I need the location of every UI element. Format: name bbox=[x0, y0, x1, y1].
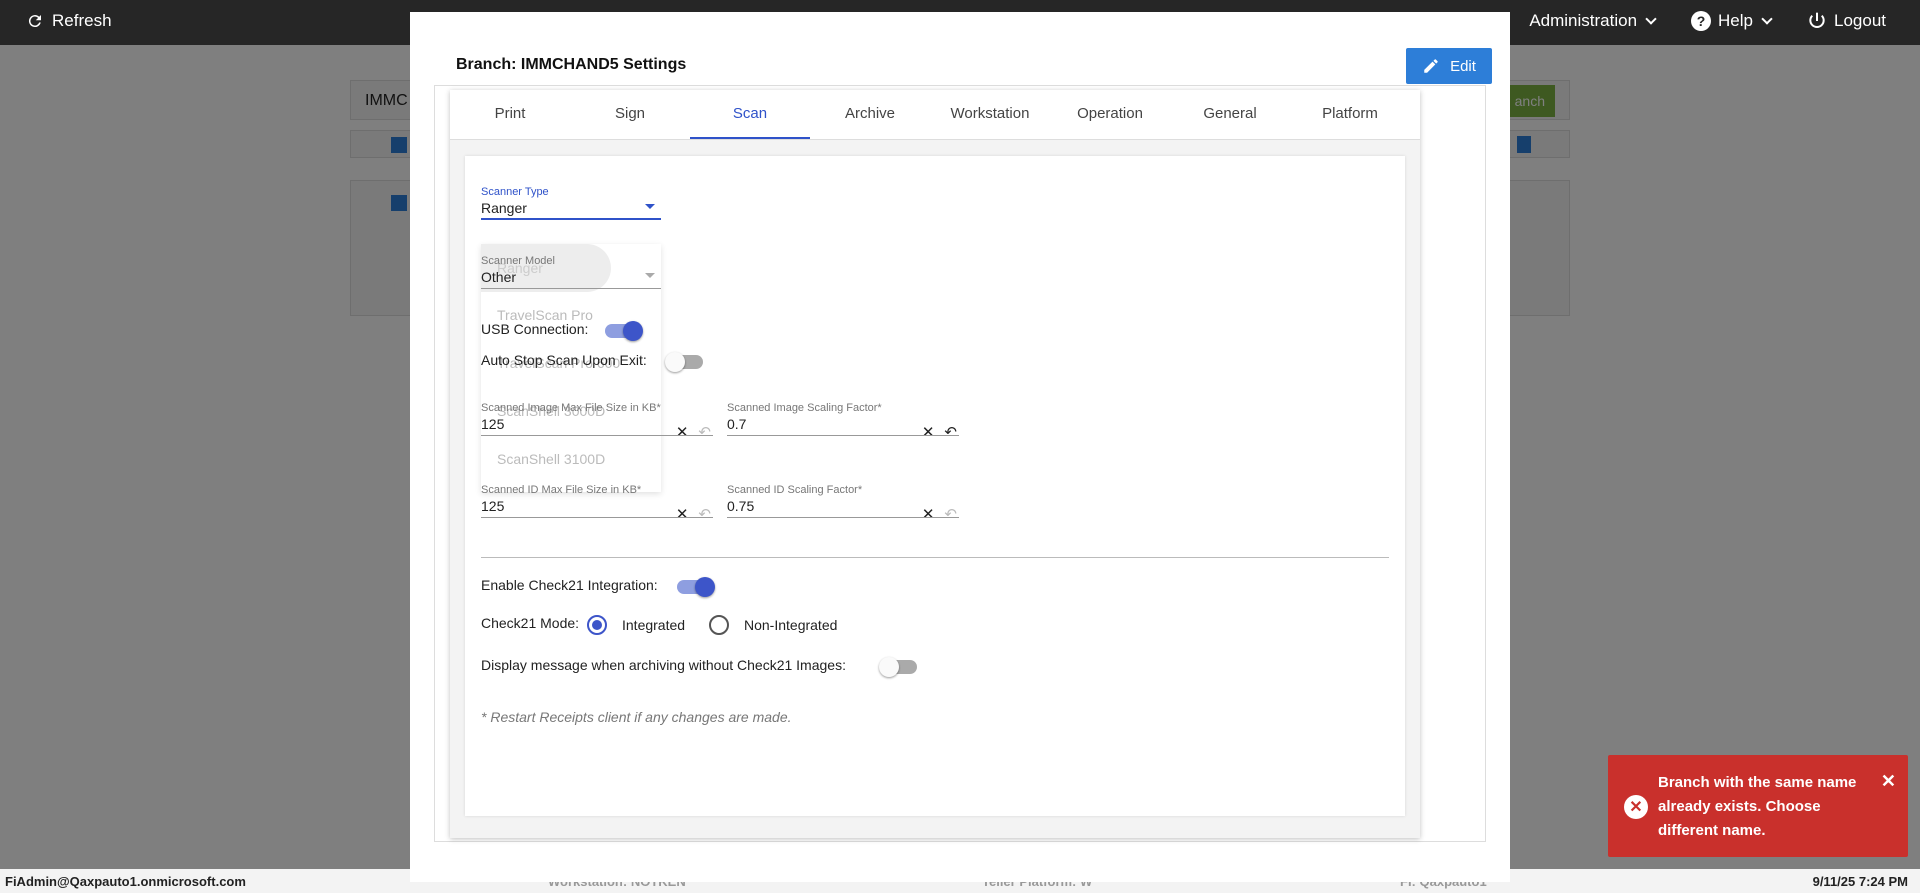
chevron-down-icon bbox=[1761, 12, 1773, 25]
id-scaling-field[interactable]: Scanned ID Scaling Factor* 0.75 ✕ ↶ bbox=[727, 484, 959, 523]
usb-connection-label: USB Connection: bbox=[481, 321, 589, 337]
scanner-model-value: Other bbox=[481, 269, 517, 285]
display-message-toggle[interactable] bbox=[879, 657, 917, 677]
id-max-size-field[interactable]: Scanned ID Max File Size in KB* 125 ✕ ↶ bbox=[481, 484, 713, 523]
close-icon[interactable]: ✕ bbox=[1881, 771, 1896, 792]
scanner-type-label: Scanner Type bbox=[481, 186, 549, 198]
footer-user: FiAdmin@Qaxpauto1.onmicrosoft.com bbox=[5, 874, 246, 889]
edit-label: Edit bbox=[1450, 57, 1476, 75]
scanner-model-select[interactable]: Scanner Model Other bbox=[481, 255, 661, 289]
dropdown-arrow-icon bbox=[645, 204, 655, 209]
scan-settings-form: Scanner Type Ranger Ranger TravelScan Pr… bbox=[465, 156, 1405, 816]
section-divider bbox=[481, 557, 1389, 558]
clear-icon[interactable]: ✕ bbox=[922, 505, 935, 523]
chevron-down-icon bbox=[1645, 12, 1657, 25]
undo-icon[interactable]: ↶ bbox=[698, 505, 711, 523]
tab-print[interactable]: Print bbox=[450, 90, 570, 139]
tab-archive[interactable]: Archive bbox=[810, 90, 930, 139]
refresh-label: Refresh bbox=[52, 11, 112, 30]
logout-label: Logout bbox=[1834, 11, 1886, 30]
check21-integration-toggle[interactable] bbox=[677, 577, 715, 597]
auto-stop-toggle[interactable] bbox=[665, 352, 703, 372]
check21-mode-label: Check21 Mode: bbox=[481, 615, 580, 631]
pencil-icon bbox=[1424, 59, 1438, 73]
scanner-type-select[interactable]: Scanner Type Ranger bbox=[481, 186, 661, 220]
help-menu[interactable]: ? Help bbox=[1691, 11, 1773, 31]
error-toast: ✕ Branch with the same name already exis… bbox=[1608, 755, 1908, 857]
toast-message: Branch with the same name already exists… bbox=[1658, 774, 1857, 839]
error-icon: ✕ bbox=[1624, 795, 1648, 819]
check21-integrated-label: Integrated bbox=[622, 617, 686, 633]
top-nav: Administration ? Help Logout bbox=[1529, 11, 1886, 31]
check21-non-integrated-radio[interactable] bbox=[709, 615, 729, 635]
image-max-size-field[interactable]: Scanned Image Max File Size in KB* 125 ✕… bbox=[481, 402, 713, 441]
dialog-title: Branch: IMMCHAND5 Settings bbox=[456, 56, 687, 73]
clear-icon[interactable]: ✕ bbox=[676, 423, 689, 441]
usb-connection-toggle[interactable] bbox=[605, 321, 643, 341]
clear-icon[interactable]: ✕ bbox=[922, 423, 935, 441]
undo-icon[interactable]: ↶ bbox=[944, 423, 957, 441]
dropdown-arrow-icon bbox=[645, 273, 655, 278]
undo-icon[interactable]: ↶ bbox=[944, 505, 957, 523]
restart-note: * Restart Receipts client if any changes… bbox=[481, 709, 792, 725]
refresh-icon bbox=[28, 15, 41, 28]
auto-stop-label: Auto Stop Scan Upon Exit: bbox=[481, 352, 647, 368]
dialog-header: Branch: IMMCHAND5 Settings Edit bbox=[434, 36, 1492, 86]
display-message-label: Display message when archiving without C… bbox=[481, 657, 846, 673]
id-max-size-label: Scanned ID Max File Size in KB* bbox=[481, 484, 642, 496]
tab-general[interactable]: General bbox=[1170, 90, 1290, 139]
administration-menu[interactable]: Administration bbox=[1529, 11, 1657, 31]
branch-settings-dialog: Branch: IMMCHAND5 Settings Edit Print Si… bbox=[410, 12, 1510, 882]
settings-tabs: Print Sign Scan Archive Workstation Oper… bbox=[450, 90, 1420, 140]
refresh-button[interactable]: Refresh bbox=[26, 11, 112, 31]
undo-icon[interactable]: ↶ bbox=[698, 423, 711, 441]
tab-sign[interactable]: Sign bbox=[570, 90, 690, 139]
tab-platform[interactable]: Platform bbox=[1290, 90, 1410, 139]
scanner-type-value: Ranger bbox=[481, 200, 527, 216]
tab-workstation[interactable]: Workstation bbox=[930, 90, 1050, 139]
tab-scan[interactable]: Scan bbox=[690, 90, 810, 139]
dropdown-option[interactable]: ScanShell 3100D bbox=[497, 451, 605, 467]
check21-integrated-radio[interactable] bbox=[587, 615, 607, 635]
image-scaling-field[interactable]: Scanned Image Scaling Factor* 0.7 ✕ ↶ bbox=[727, 402, 959, 441]
clear-icon[interactable]: ✕ bbox=[676, 505, 689, 523]
scanner-model-label: Scanner Model bbox=[481, 255, 555, 267]
power-icon bbox=[1809, 12, 1825, 28]
check21-integration-label: Enable Check21 Integration: bbox=[481, 577, 658, 593]
image-max-size-label: Scanned Image Max File Size in KB* bbox=[481, 402, 661, 414]
settings-panel: Print Sign Scan Archive Workstation Oper… bbox=[450, 90, 1420, 838]
help-label: Help bbox=[1718, 11, 1753, 30]
administration-label: Administration bbox=[1529, 11, 1638, 30]
edit-button[interactable]: Edit bbox=[1406, 48, 1492, 84]
help-icon: ? bbox=[1691, 11, 1712, 31]
check21-non-integrated-label: Non-Integrated bbox=[744, 617, 838, 633]
image-scaling-label: Scanned Image Scaling Factor* bbox=[727, 402, 882, 414]
logout-button[interactable]: Logout bbox=[1807, 11, 1886, 31]
footer-datetime: 9/11/25 7:24 PM bbox=[1812, 874, 1908, 889]
tab-operation[interactable]: Operation bbox=[1050, 90, 1170, 139]
id-scaling-label: Scanned ID Scaling Factor* bbox=[727, 484, 863, 496]
